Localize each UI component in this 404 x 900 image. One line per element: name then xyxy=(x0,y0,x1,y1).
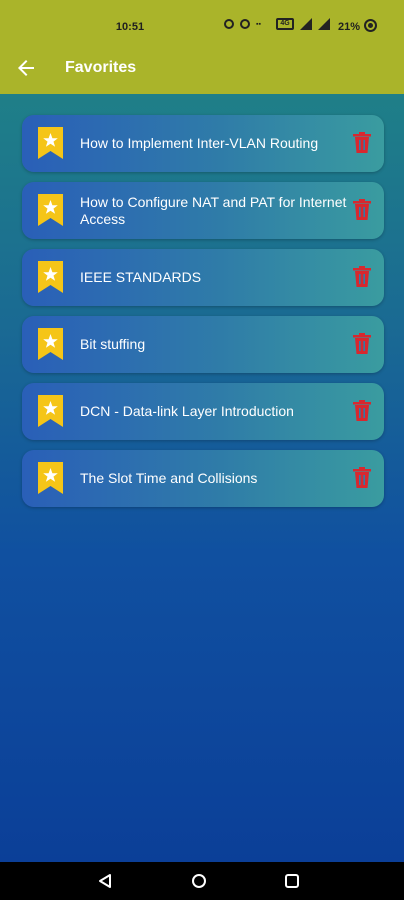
battery-level: 21% xyxy=(338,21,361,33)
favorite-title: DCN - Data-link Layer Introduction xyxy=(80,403,294,419)
favorite-item[interactable]: The Slot Time and Collisions xyxy=(22,450,384,507)
bookmark-star-icon xyxy=(38,261,63,293)
favorite-item[interactable]: How to Configure NAT and PAT for Interne… xyxy=(22,182,384,239)
bookmark-star-icon xyxy=(38,395,63,427)
battery-saver-icon xyxy=(364,19,377,32)
bookmark-star-icon xyxy=(38,462,63,494)
favorite-title: How to Configure NAT and PAT for Interne… xyxy=(80,194,347,227)
favorite-title: The Slot Time and Collisions xyxy=(80,470,258,486)
favorite-item[interactable]: How to Implement Inter-VLAN Routing xyxy=(22,115,384,172)
network-type-icon: 4G xyxy=(276,18,294,30)
status-time: 10:51 xyxy=(115,21,145,33)
status-icons: ▪▪ 4G xyxy=(224,18,330,30)
nav-home-icon[interactable] xyxy=(191,873,207,889)
favorites-list: How to Implement Inter-VLAN Routing How … xyxy=(22,115,384,517)
delete-icon[interactable] xyxy=(352,266,372,288)
bookmark-star-icon xyxy=(38,328,63,360)
favorite-title: How to Implement Inter-VLAN Routing xyxy=(80,135,319,151)
favorite-item[interactable]: Bit stuffing xyxy=(22,316,384,373)
page-title: Favorites xyxy=(65,59,137,76)
favorites-screen: How to Implement Inter-VLAN Routing How … xyxy=(0,94,404,862)
status-bar: 10:51 ▪▪ 4G 21% xyxy=(0,0,404,42)
do-not-disturb-icon xyxy=(240,19,250,29)
app-bar: Favorites xyxy=(0,42,404,94)
delete-icon[interactable] xyxy=(352,132,372,154)
back-button[interactable] xyxy=(14,56,38,80)
delete-icon[interactable] xyxy=(352,199,372,221)
favorite-item[interactable]: DCN - Data-link Layer Introduction xyxy=(22,383,384,440)
favorite-title: Bit stuffing xyxy=(80,336,146,352)
nav-back-icon[interactable] xyxy=(97,873,113,889)
bookmark-star-icon xyxy=(38,127,63,159)
arrow-left-icon xyxy=(18,60,34,76)
favorite-item[interactable]: IEEE STANDARDS xyxy=(22,249,384,306)
alarm-icon xyxy=(224,19,234,29)
nav-recents-icon[interactable] xyxy=(284,873,300,889)
delete-icon[interactable] xyxy=(352,467,372,489)
system-nav-bar xyxy=(0,862,404,900)
bookmark-star-icon xyxy=(38,194,63,226)
delete-icon[interactable] xyxy=(352,333,372,355)
volte-icon: ▪▪ xyxy=(256,20,261,28)
signal-icon xyxy=(300,18,312,30)
signal-2-icon xyxy=(318,18,330,30)
favorite-title: IEEE STANDARDS xyxy=(80,269,202,285)
delete-icon[interactable] xyxy=(352,400,372,422)
